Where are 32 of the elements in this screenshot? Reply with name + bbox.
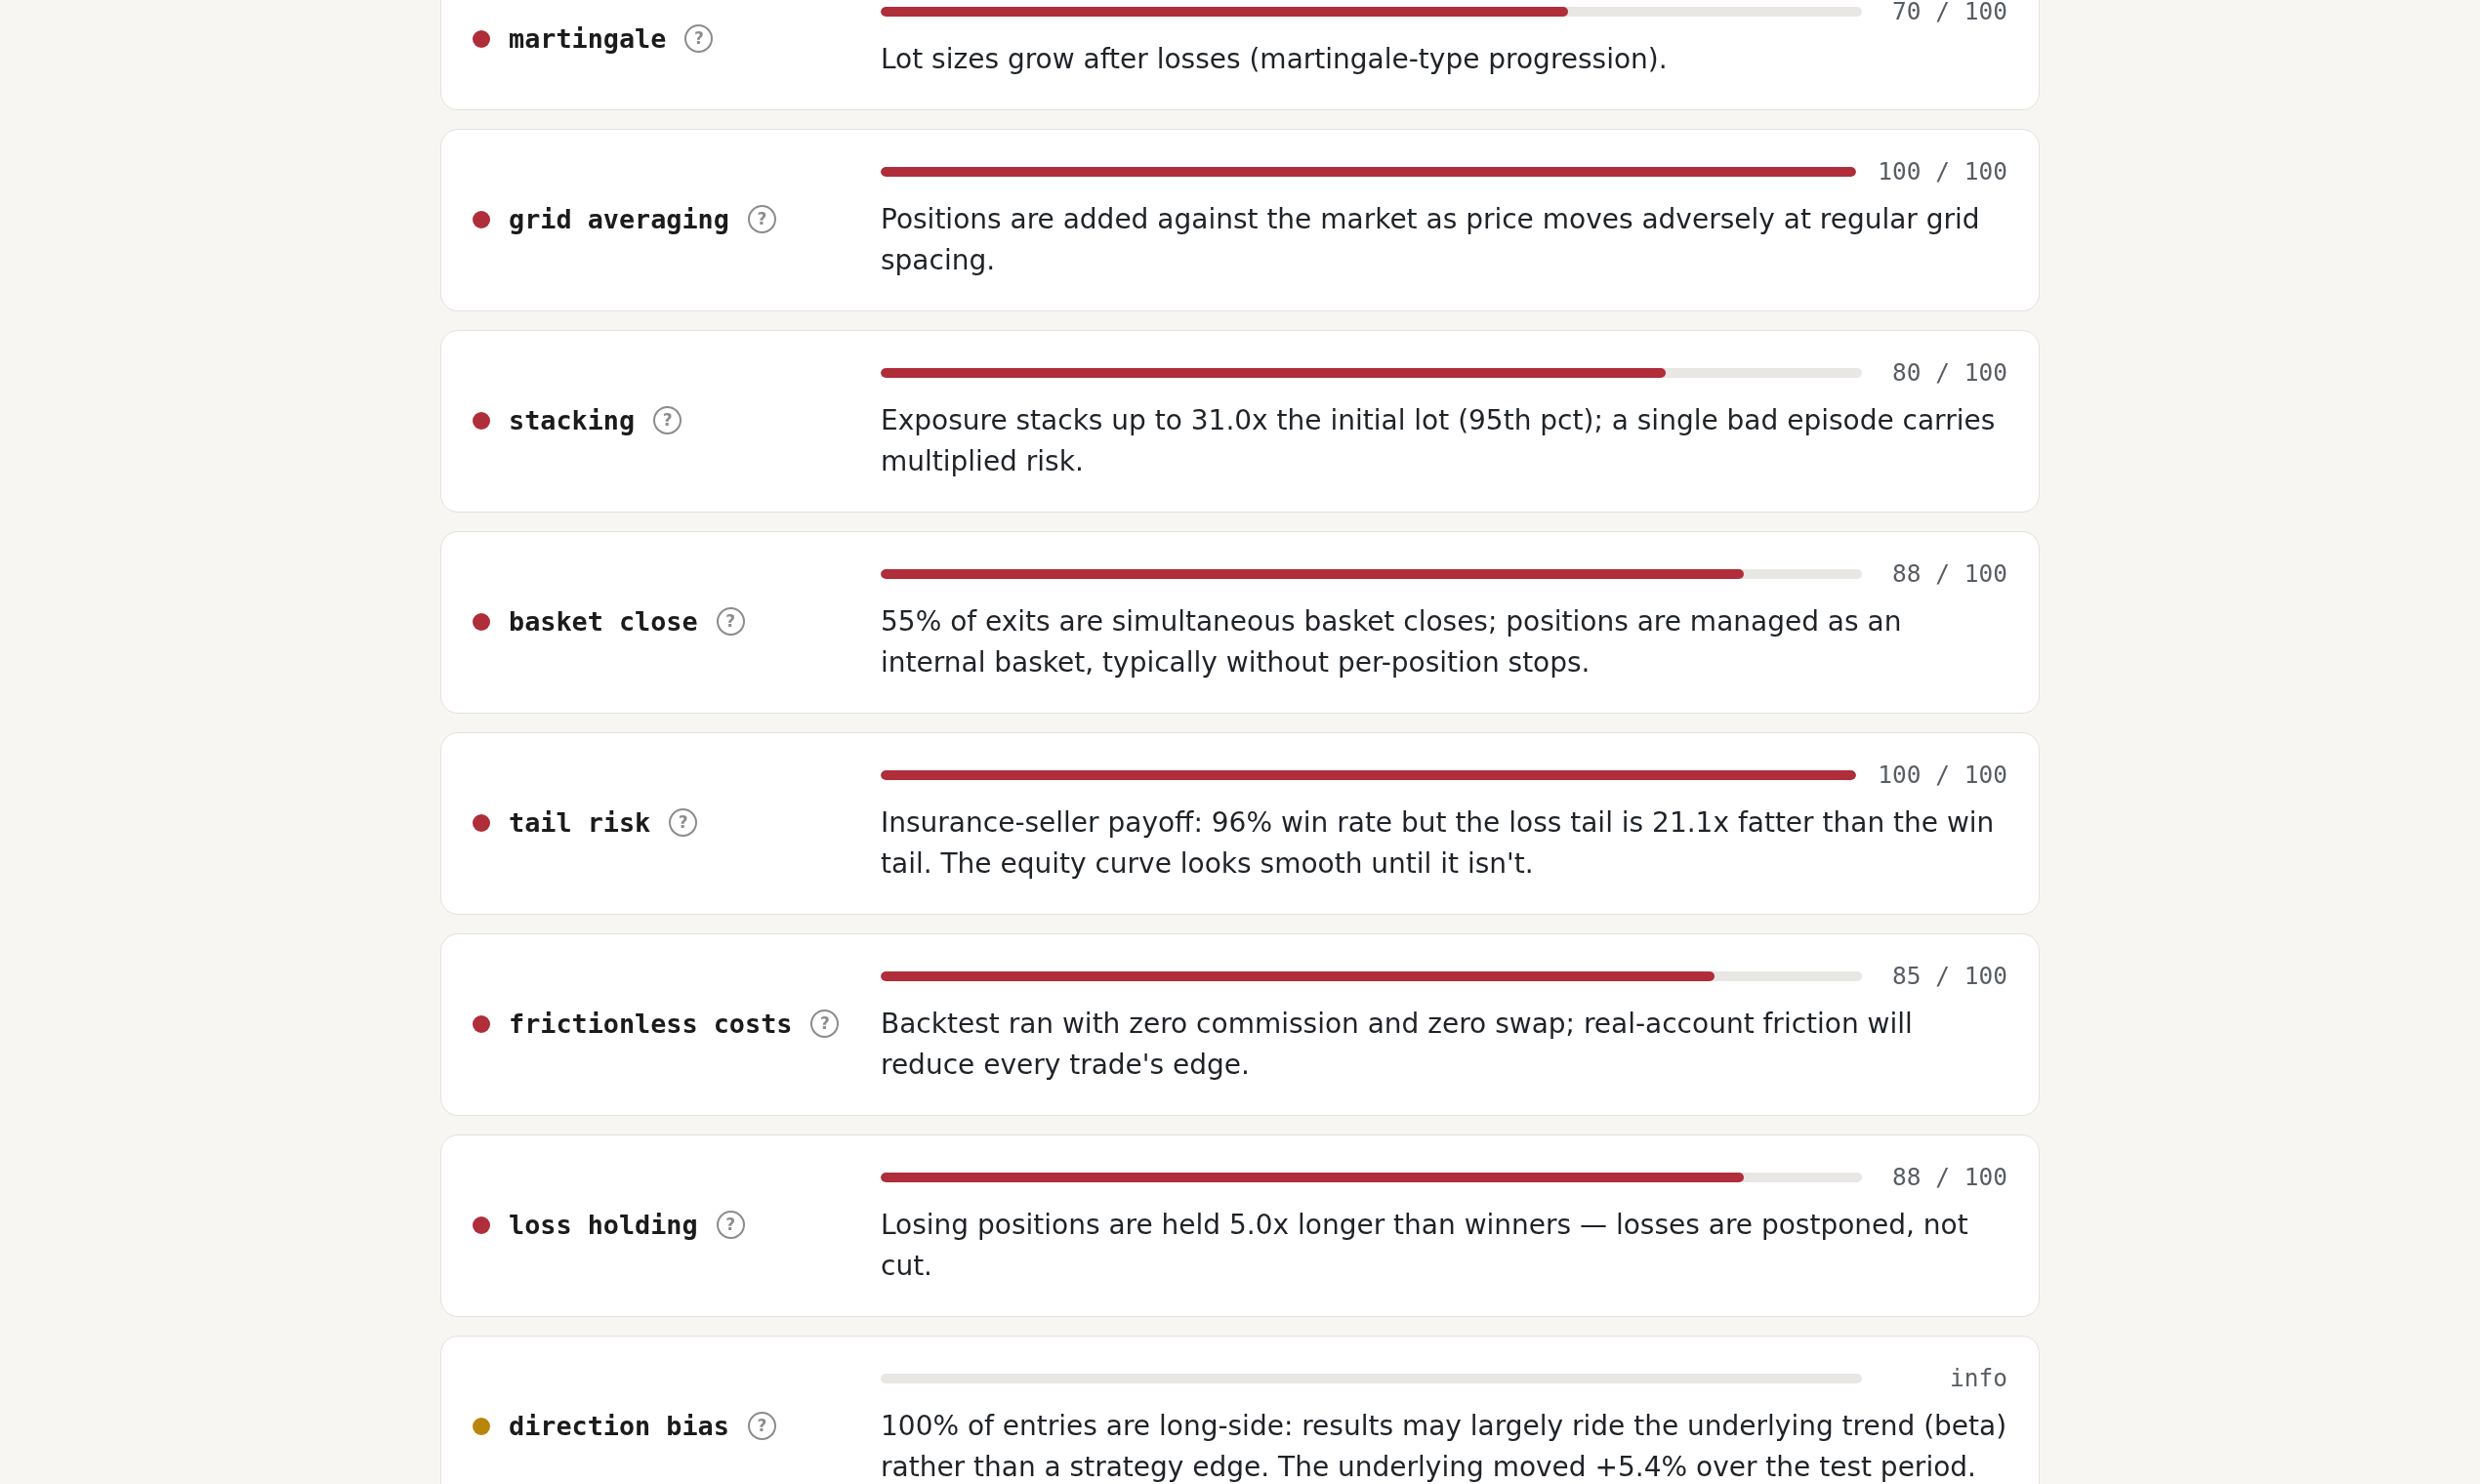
risk-factor-name: basket close	[509, 606, 698, 637]
risk-factor-name: frictionless costs	[509, 1009, 793, 1039]
help-button[interactable]: ?	[684, 24, 714, 53]
risk-factor-name: loss holding	[509, 1210, 698, 1240]
help-button[interactable]: ?	[747, 1412, 776, 1440]
risk-factor-name: tail risk	[509, 807, 651, 838]
help-button[interactable]: ?	[653, 406, 682, 434]
description-text: Backtest ran with zero commission and zero swap; real-account friction will reduce every trade's edge.	[881, 1007, 1914, 1083]
risk-factor-name: martingale	[509, 23, 667, 54]
help-button[interactable]: ?	[669, 808, 698, 837]
score-text: 85 / 100	[1891, 965, 2007, 988]
risk-factor-name: direction bias	[509, 1411, 729, 1441]
score-text: info	[1949, 1367, 2007, 1390]
score-text: 100 / 100	[1878, 160, 2007, 184]
risk-factor-name: stacking	[509, 405, 636, 435]
score-text: 70 / 100	[1891, 0, 2007, 23]
description-text: 100% of entries are long-side: results may largely ride the underlying trend (beta) rather than a strategy edge. The underlying moved +5.4% over the test period.	[881, 1409, 2008, 1484]
description-text: 55% of exits are simultaneous basket closes; positions are managed as an internal basket, typically without per-position stops.	[881, 604, 1903, 680]
risk-factor-name: grid averaging	[509, 204, 729, 234]
help-button[interactable]: ?	[747, 205, 776, 233]
description-text: Losing positions are held 5.0x longer than winners — losses are postponed, not cut.	[881, 1208, 1969, 1284]
score-text: 88 / 100	[1891, 562, 2007, 586]
score-text: 100 / 100	[1878, 763, 2007, 787]
score-text: 88 / 100	[1891, 1166, 2007, 1189]
description-text: Positions are added against the market as price moves adversely at regular grid spacing.	[881, 202, 1981, 278]
help-button[interactable]: ?	[810, 1010, 840, 1038]
description-text: Lot sizes grow after losses (martingale-type progression).	[881, 42, 1669, 77]
help-button[interactable]: ?	[716, 607, 745, 636]
help-button[interactable]: ?	[716, 1211, 745, 1239]
score-text: 80 / 100	[1891, 361, 2007, 385]
description-text: Exposure stacks up to 31.0x the initial lot (95th pct); a single bad episode carries multiplied risk.	[881, 403, 1997, 479]
description-text: Insurance-seller payoff: 96% win rate but the loss tail is 21.1x fatter than the win tail. The equity curve looks smooth until it isn't.	[881, 805, 1996, 882]
